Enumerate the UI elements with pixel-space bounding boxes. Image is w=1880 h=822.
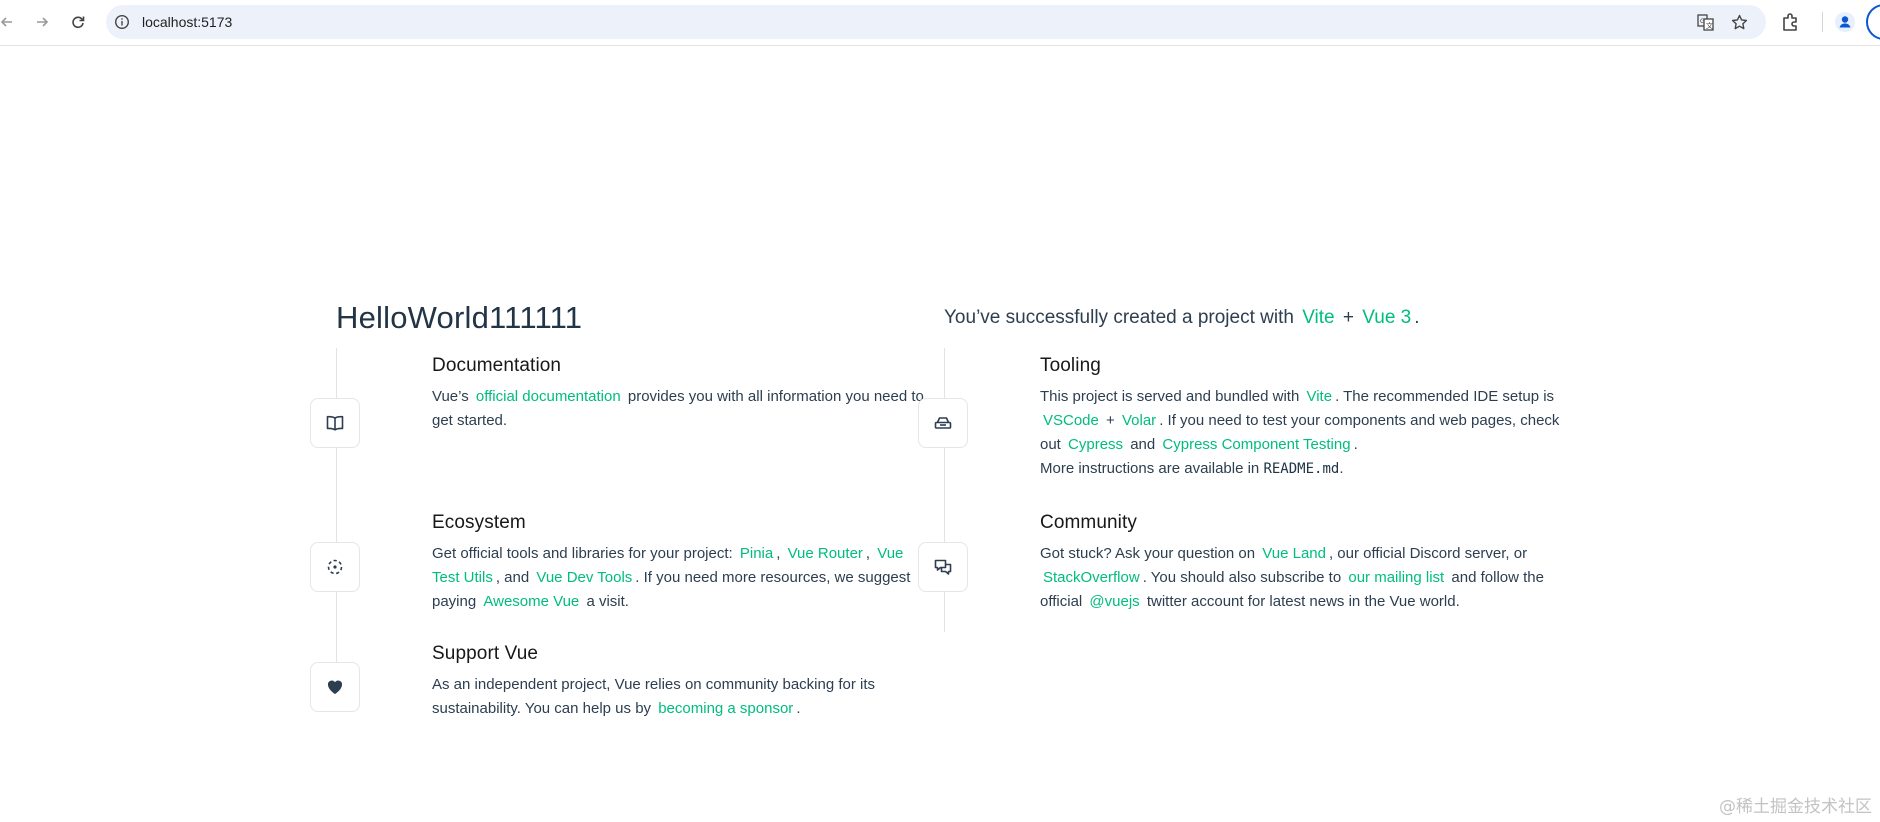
ecosystem-section: Ecosystem Get official tools and librari… xyxy=(432,512,924,614)
vue3-link[interactable]: Vue 3 xyxy=(1359,304,1414,331)
book-icon xyxy=(326,415,344,431)
vuejs-twitter-link[interactable]: @vuejs xyxy=(1086,590,1142,613)
tooling-period: . xyxy=(1353,436,1358,453)
support-text: As an independent project, Vue relies on… xyxy=(432,673,902,721)
reload-icon xyxy=(72,16,85,29)
tooling-vite-link[interactable]: Vite xyxy=(1303,385,1335,408)
community-icon-box xyxy=(918,542,968,592)
address-bar[interactable]: localhost:5173 G文 xyxy=(106,5,1766,39)
account-avatar[interactable] xyxy=(1866,4,1880,40)
heart-icon xyxy=(327,680,343,694)
url-text[interactable]: localhost:5173 xyxy=(142,5,232,39)
translate-icon[interactable]: G文 xyxy=(1697,14,1714,31)
support-heading: Support Vue xyxy=(432,643,539,664)
mailing-list-link[interactable]: our mailing list xyxy=(1345,566,1447,589)
documentation-text: Vue’s official documentation provides yo… xyxy=(432,385,924,433)
forward-button[interactable] xyxy=(29,9,55,35)
svg-text:文: 文 xyxy=(1706,21,1713,30)
ecosystem-heading: Ecosystem xyxy=(432,512,526,533)
community-text-5: twitter account for latest news in the V… xyxy=(1146,593,1460,610)
stackoverflow-link[interactable]: StackOverflow xyxy=(1040,566,1143,589)
vue-dev-tools-link[interactable]: Vue Dev Tools xyxy=(533,566,635,589)
community-text-2: , our official Discord server, or xyxy=(1328,545,1528,562)
tooling-text: This project is served and bundled with … xyxy=(1040,385,1560,481)
ecosystem-icon xyxy=(327,559,343,575)
chat-bubbles-icon xyxy=(934,559,952,575)
official-documentation-link[interactable]: official documentation xyxy=(473,385,624,408)
community-text-3: . You should also subscribe to xyxy=(1142,569,1342,586)
greeting-text: You’ve successfully created a project wi… xyxy=(944,307,1420,329)
pinia-link[interactable]: Pinia xyxy=(737,542,776,565)
arrow-left-icon xyxy=(0,17,12,27)
arrow-right-icon xyxy=(37,17,49,27)
greeting-prefix: You’ve successfully created a project wi… xyxy=(944,307,1294,328)
watermark: @稀土掘金技术社区 xyxy=(1719,797,1872,817)
vscode-link[interactable]: VSCode xyxy=(1040,409,1102,432)
tooling-and: and xyxy=(1130,436,1156,453)
back-button[interactable] xyxy=(0,9,20,35)
community-text: Got stuck? Ask your question on Vue Land… xyxy=(1040,542,1560,614)
awesome-vue-link[interactable]: Awesome Vue xyxy=(480,590,582,613)
ecosystem-text-3: a visit. xyxy=(586,593,629,610)
page-title: HelloWorld111111 xyxy=(336,300,583,335)
toolbar-divider xyxy=(1822,12,1823,32)
tooling-plus: + xyxy=(1106,412,1115,429)
tooling-icon-box xyxy=(918,398,968,448)
volar-link[interactable]: Volar xyxy=(1119,409,1159,432)
info-icon[interactable] xyxy=(114,14,130,30)
cypress-component-testing-link[interactable]: Cypress Component Testing xyxy=(1159,433,1353,456)
documentation-text-1: Vue’s xyxy=(432,388,469,405)
tooling-text-1: This project is served and bundled with xyxy=(1040,388,1300,405)
plus-sign: + xyxy=(1342,307,1355,328)
tooling-period-2: . xyxy=(1339,460,1344,477)
vue-router-link[interactable]: Vue Router xyxy=(785,542,866,565)
community-section: Community Got stuck? Ask your question o… xyxy=(1040,512,1560,614)
documentation-section: Documentation Vue’s official documentati… xyxy=(432,355,924,433)
ecosystem-comma-2: , xyxy=(865,545,871,562)
toolbox-icon xyxy=(934,417,952,429)
readme-code: README.md xyxy=(1263,461,1340,477)
person-icon[interactable] xyxy=(1834,11,1856,33)
cypress-link[interactable]: Cypress xyxy=(1065,433,1126,456)
svg-text:G: G xyxy=(1700,18,1705,25)
ecosystem-icon-box xyxy=(310,542,360,592)
documentation-icon-box xyxy=(310,398,360,448)
greeting-period: . xyxy=(1414,307,1420,328)
tooling-text-2: . The recommended IDE setup is xyxy=(1335,388,1555,405)
community-text-1: Got stuck? Ask your question on xyxy=(1040,545,1256,562)
browser-toolbar: localhost:5173 G文 xyxy=(0,0,1880,46)
ecosystem-and: , and xyxy=(495,569,530,586)
tooling-section: Tooling This project is served and bundl… xyxy=(1040,355,1560,481)
ecosystem-text: Get official tools and libraries for you… xyxy=(432,542,924,614)
support-section: Support Vue As an independent project, V… xyxy=(432,643,902,721)
ecosystem-text-1: Get official tools and libraries for you… xyxy=(432,545,733,562)
tooling-heading: Tooling xyxy=(1040,355,1101,376)
star-icon[interactable] xyxy=(1731,14,1748,31)
community-heading: Community xyxy=(1040,512,1137,533)
ecosystem-comma-1: , xyxy=(776,545,781,562)
becoming-a-sponsor-link[interactable]: becoming a sponsor xyxy=(655,697,796,720)
vite-link[interactable]: Vite xyxy=(1299,304,1337,331)
support-text-1: As an independent project, Vue relies on… xyxy=(432,676,876,717)
tooling-text-4: More instructions are available in xyxy=(1040,460,1260,477)
vue-land-link[interactable]: Vue Land xyxy=(1259,542,1329,565)
reload-button[interactable] xyxy=(65,9,91,35)
support-icon-box xyxy=(310,662,360,712)
puzzle-icon[interactable] xyxy=(1780,11,1802,33)
documentation-heading: Documentation xyxy=(432,355,562,376)
support-period: . xyxy=(796,700,801,717)
